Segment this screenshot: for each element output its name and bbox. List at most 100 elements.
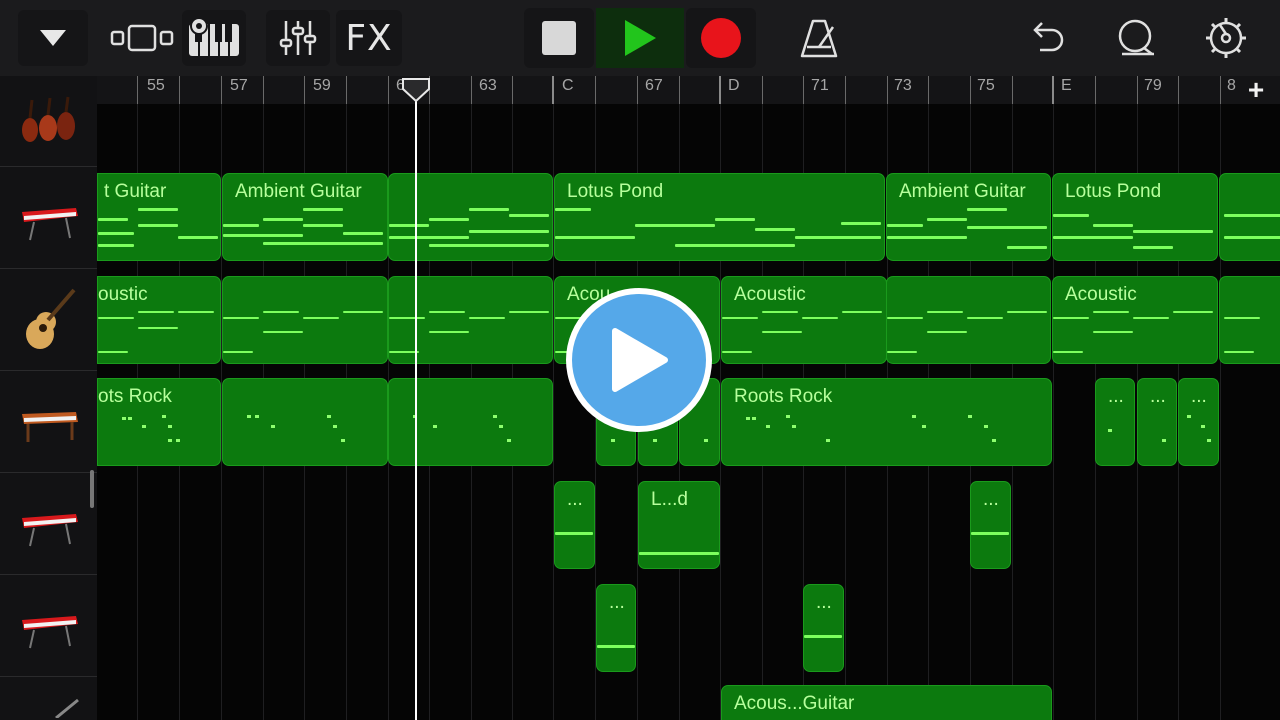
section-marker-line <box>552 76 554 104</box>
note <box>223 351 253 353</box>
region[interactable]: Roots Rock <box>721 378 1052 466</box>
region[interactable]: Acous...Guitar <box>721 685 1052 720</box>
note <box>762 311 798 313</box>
region-label: Ambient Guitar <box>899 181 1026 202</box>
region[interactable]: Acoustic <box>1052 276 1218 364</box>
keyboard-icon <box>189 18 239 56</box>
track-header-acoustic-guitar[interactable] <box>0 268 97 371</box>
note <box>1133 230 1213 233</box>
stop-button[interactable] <box>524 8 594 68</box>
record-icon <box>701 18 741 58</box>
region[interactable] <box>1219 173 1280 261</box>
note <box>1053 236 1133 239</box>
note <box>1133 246 1173 249</box>
note <box>826 439 830 442</box>
region-label: ... <box>816 592 832 613</box>
note <box>128 417 132 420</box>
region[interactable]: ... <box>803 584 844 672</box>
note <box>887 351 917 353</box>
region[interactable] <box>388 276 553 364</box>
mixer-button[interactable] <box>266 10 330 66</box>
note <box>1053 351 1083 353</box>
region-label: Lotus Pond <box>1065 181 1162 202</box>
track-header-guitar[interactable] <box>0 676 97 720</box>
timeline-ruler[interactable]: 55 57 59 61 63 C 67 D 71 73 75 E 79 8 + <box>97 74 1280 105</box>
playhead-handle[interactable] <box>401 77 431 103</box>
undo-icon <box>1033 22 1064 52</box>
region[interactable]: ... <box>1137 378 1177 466</box>
loop-browser-button[interactable] <box>1108 12 1164 64</box>
note <box>887 236 967 239</box>
region-label: Acoustic <box>1065 284 1137 305</box>
browser-button[interactable] <box>106 14 178 62</box>
play-button[interactable] <box>596 8 684 68</box>
note <box>429 218 469 221</box>
region[interactable] <box>886 276 1051 364</box>
note <box>611 439 615 442</box>
note <box>469 208 509 211</box>
bar-number: 75 <box>977 77 995 94</box>
note <box>967 208 1007 211</box>
note <box>639 552 719 555</box>
ruler-tick <box>803 76 804 104</box>
settings-button[interactable] <box>1198 12 1254 64</box>
region[interactable]: ... <box>970 481 1011 569</box>
region[interactable]: ... <box>596 584 636 672</box>
region-label: ... <box>567 489 583 510</box>
note <box>255 415 259 418</box>
region[interactable] <box>222 378 388 466</box>
track-header-keyboard[interactable] <box>0 166 97 269</box>
region[interactable] <box>1219 276 1280 364</box>
note <box>927 331 967 333</box>
region[interactable]: ... <box>1178 378 1219 466</box>
metronome-button[interactable] <box>792 12 846 64</box>
region[interactable]: ... <box>1095 378 1135 466</box>
track-list-scrollbar[interactable] <box>90 470 94 508</box>
region[interactable]: oustic <box>97 276 221 364</box>
bar-number: 67 <box>645 77 663 94</box>
playhead-line <box>415 92 417 720</box>
region[interactable]: Lotus Pond <box>554 173 885 261</box>
instrument-controls-button[interactable] <box>182 10 246 66</box>
region[interactable]: Acoustic <box>721 276 887 364</box>
ruler-tick <box>221 76 222 104</box>
record-button[interactable] <box>686 8 756 68</box>
region[interactable] <box>388 378 553 466</box>
note <box>792 425 796 428</box>
note <box>971 532 1009 535</box>
region-label: ... <box>983 489 999 510</box>
track-header-organ[interactable] <box>0 370 97 473</box>
note <box>927 311 963 313</box>
note <box>746 417 750 420</box>
region[interactable] <box>222 276 388 364</box>
track-header-keyboard-2[interactable] <box>0 472 97 575</box>
region[interactable]: Lotus Pond <box>1052 173 1218 261</box>
undo-button[interactable] <box>1020 12 1072 64</box>
track-header-strings[interactable] <box>0 76 97 167</box>
note <box>343 311 383 313</box>
region[interactable] <box>388 173 553 261</box>
note <box>968 415 972 418</box>
region[interactable]: Ambient Guitar <box>222 173 388 261</box>
stop-icon <box>542 21 576 55</box>
region[interactable]: L...d <box>638 481 720 569</box>
ruler-tick <box>1095 76 1096 104</box>
region[interactable]: ... <box>554 481 595 569</box>
note <box>507 439 511 442</box>
play-icon <box>612 328 668 392</box>
video-play-overlay-button[interactable] <box>566 288 712 432</box>
note <box>247 415 251 418</box>
bar-number: 8 <box>1227 77 1236 94</box>
track-header-keyboard-3[interactable] <box>0 574 97 677</box>
region-label: ots Rock <box>98 386 172 407</box>
note <box>223 224 259 227</box>
track-view-dropdown-button[interactable] <box>18 10 88 66</box>
note <box>327 415 331 418</box>
note <box>1093 224 1133 227</box>
region[interactable]: Ambient Guitar <box>886 173 1051 261</box>
fx-button[interactable]: FX <box>336 10 402 66</box>
region[interactable]: t Guitar <box>97 173 221 261</box>
note <box>992 439 996 442</box>
add-section-button[interactable]: + <box>1243 74 1269 105</box>
region[interactable]: ots Rock <box>97 378 221 466</box>
